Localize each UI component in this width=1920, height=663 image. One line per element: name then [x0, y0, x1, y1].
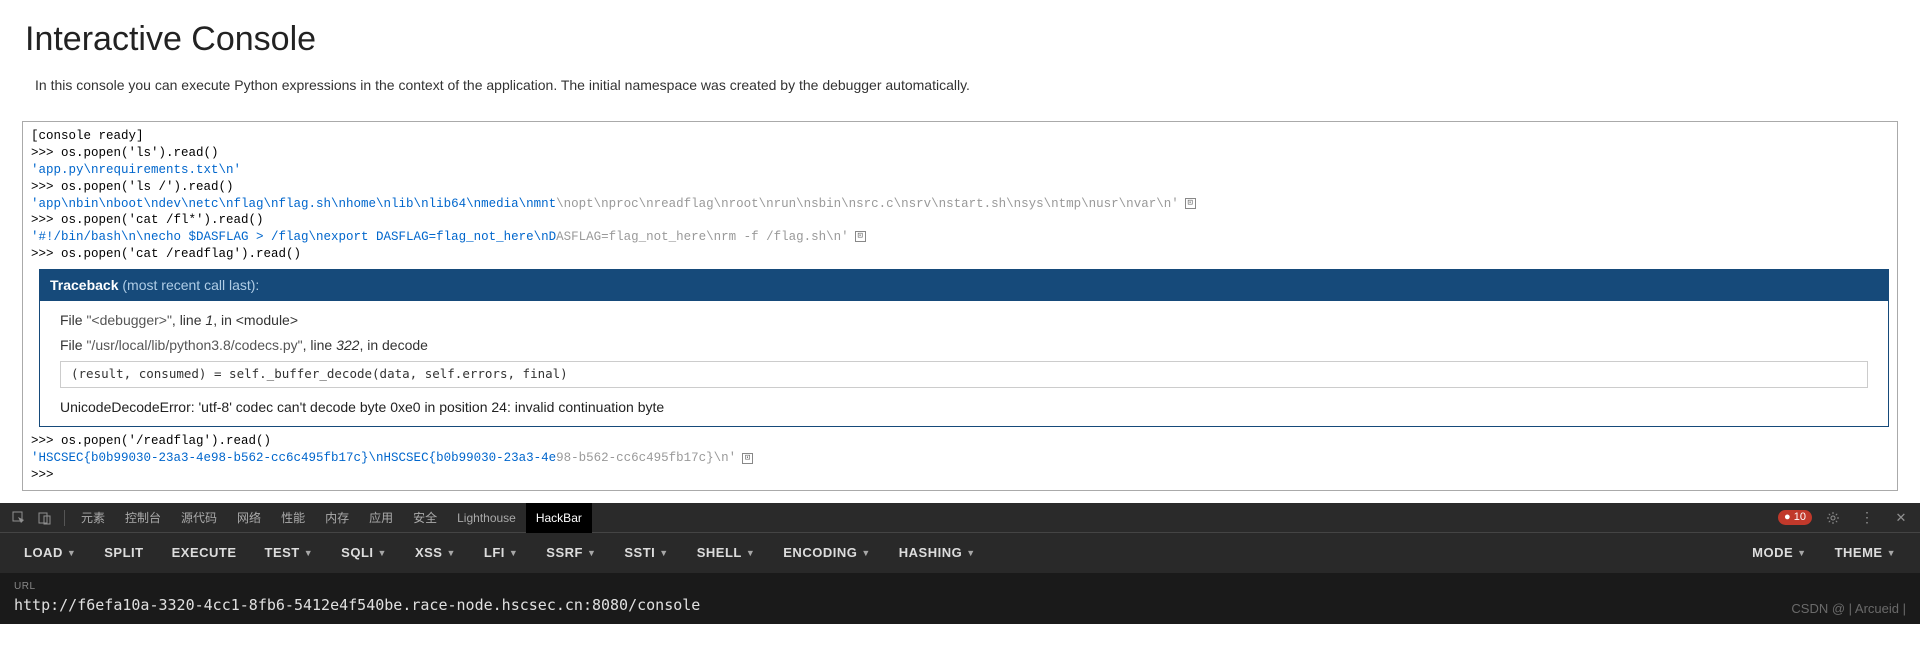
traceback-box: Traceback (most recent call last): File … [39, 269, 1889, 427]
hackbar-test-button[interactable]: TEST▼ [251, 533, 328, 573]
hackbar-toolbar: LOAD▼SPLITEXECUTETEST▼SQLI▼XSS▼LFI▼SSRF▼… [0, 533, 1920, 573]
devtools-tab-控制台[interactable]: 控制台 [115, 503, 171, 533]
url-section: URL http://f6efa10a-3320-4cc1-8fb6-5412e… [0, 573, 1920, 624]
devtools-tabbar: 元素控制台源代码网络性能内存应用安全LighthouseHackBar ● 10… [0, 503, 1920, 533]
page-description: In this console you can execute Python e… [35, 77, 1895, 93]
hackbar-execute-button[interactable]: EXECUTE [158, 533, 251, 573]
caret-down-icon: ▼ [966, 533, 975, 573]
caret-down-icon: ▼ [67, 533, 76, 573]
url-label: URL [14, 581, 1906, 592]
error-count-badge[interactable]: ● 10 [1778, 510, 1812, 525]
separator [64, 510, 65, 526]
hackbar-ssrf-button[interactable]: SSRF▼ [532, 533, 610, 573]
traceback-hint: (most recent call last): [122, 277, 259, 293]
devtools-tab-应用[interactable]: 应用 [359, 503, 403, 533]
devtools-tab-网络[interactable]: 网络 [227, 503, 271, 533]
traceback-frame: File "/usr/local/lib/python3.8/codecs.py… [60, 336, 1868, 355]
traceback-code: (result, consumed) = self._buffer_decode… [60, 361, 1868, 388]
watermark: CSDN @ | Arcueid | [1791, 601, 1906, 616]
traceback-error: UnicodeDecodeError: 'utf-8' codec can't … [60, 398, 1868, 417]
hackbar-load-button[interactable]: LOAD▼ [10, 533, 90, 573]
hackbar-encoding-button[interactable]: ENCODING▼ [769, 533, 884, 573]
console-input-line: >>> os.popen('cat /readflag').read() [31, 246, 1889, 263]
more-icon[interactable]: ⋮ [1859, 510, 1875, 526]
console-panel[interactable]: [console ready] >>> os.popen('ls').read(… [22, 121, 1898, 491]
hackbar-theme-button[interactable]: THEME▼ [1821, 533, 1910, 573]
caret-down-icon: ▼ [746, 533, 755, 573]
expand-icon[interactable]: ⊡ [855, 231, 866, 242]
caret-down-icon: ▼ [587, 533, 596, 573]
caret-down-icon: ▼ [1797, 533, 1806, 573]
console-output-line: 'app\nbin\nboot\ndev\netc\nflag\nflag.sh… [31, 196, 1889, 213]
console-input-line: >>> os.popen('/readflag').read() [31, 433, 1889, 450]
hackbar-lfi-button[interactable]: LFI▼ [470, 533, 532, 573]
caret-down-icon: ▼ [509, 533, 518, 573]
devtools-panel: 元素控制台源代码网络性能内存应用安全LighthouseHackBar ● 10… [0, 503, 1920, 624]
caret-down-icon: ▼ [659, 533, 668, 573]
url-input[interactable]: http://f6efa10a-3320-4cc1-8fb6-5412e4f54… [14, 596, 1906, 614]
console-ready: [console ready] [31, 128, 1889, 145]
devtools-tab-hackbar[interactable]: HackBar [526, 503, 592, 533]
page-title: Interactive Console [25, 20, 1895, 59]
hackbar-hashing-button[interactable]: HASHING▼ [885, 533, 990, 573]
console-input-line: >>> os.popen('cat /fl*').read() [31, 212, 1889, 229]
gear-icon[interactable] [1825, 510, 1841, 526]
hackbar-shell-button[interactable]: SHELL▼ [683, 533, 770, 573]
console-output-line: 'HSCSEC{b0b99030-23a3-4e98-b562-cc6c495f… [31, 450, 1889, 467]
console-output-line: 'app.py\nrequirements.txt\n' [31, 162, 1889, 179]
hackbar-split-button[interactable]: SPLIT [90, 533, 157, 573]
hackbar-xss-button[interactable]: XSS▼ [401, 533, 470, 573]
hackbar-mode-button[interactable]: MODE▼ [1738, 533, 1820, 573]
device-icon[interactable] [37, 510, 53, 526]
expand-icon[interactable]: ⊡ [1185, 198, 1196, 209]
hackbar-ssti-button[interactable]: SSTI▼ [610, 533, 682, 573]
expand-icon[interactable]: ⊡ [742, 453, 753, 464]
devtools-tab-元素[interactable]: 元素 [71, 503, 115, 533]
hackbar-sqli-button[interactable]: SQLI▼ [327, 533, 401, 573]
traceback-header: Traceback (most recent call last): [40, 270, 1888, 301]
console-input-line: >>> os.popen('ls').read() [31, 145, 1889, 162]
devtools-tab-安全[interactable]: 安全 [403, 503, 447, 533]
inspect-icon[interactable] [11, 510, 27, 526]
caret-down-icon: ▼ [861, 533, 870, 573]
console-input-line: >>> os.popen('ls /').read() [31, 179, 1889, 196]
close-icon[interactable]: ✕ [1893, 510, 1909, 526]
console-output-line: '#!/bin/bash\n\necho $DASFLAG > /flag\ne… [31, 229, 1889, 246]
devtools-tab-lighthouse[interactable]: Lighthouse [447, 503, 526, 533]
caret-down-icon: ▼ [1887, 533, 1896, 573]
console-input-line: >>> [31, 467, 1889, 484]
caret-down-icon: ▼ [378, 533, 387, 573]
traceback-frame: File "<debugger>", line 1, in <module> [60, 311, 1868, 330]
devtools-tab-内存[interactable]: 内存 [315, 503, 359, 533]
devtools-tab-源代码[interactable]: 源代码 [171, 503, 227, 533]
traceback-title: Traceback [50, 277, 119, 293]
caret-down-icon: ▼ [446, 533, 455, 573]
devtools-tab-性能[interactable]: 性能 [271, 503, 315, 533]
caret-down-icon: ▼ [304, 533, 313, 573]
